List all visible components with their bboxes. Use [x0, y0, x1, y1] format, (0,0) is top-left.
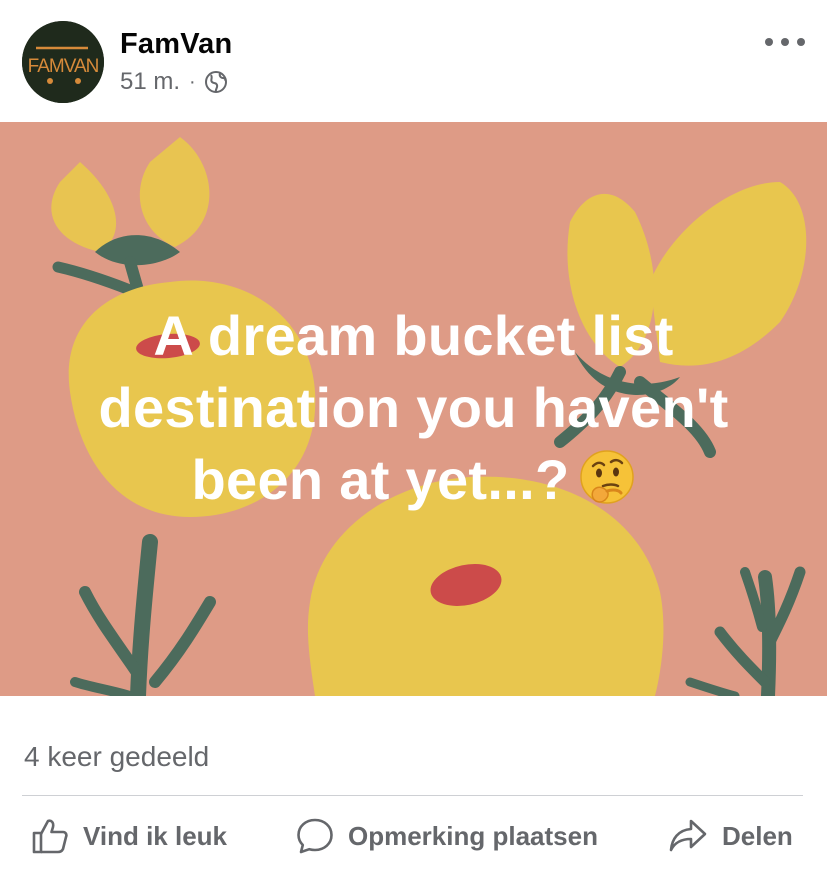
share-label: Delen: [722, 820, 793, 851]
facebook-post: FAMVAN FamVan 51 m. · A dream bucket lis…: [0, 0, 827, 872]
post-meta: 51 m. ·: [120, 68, 228, 96]
famvan-logo: FAMVAN: [22, 21, 104, 103]
globe-icon: [204, 71, 227, 93]
actions-divider: [22, 795, 803, 796]
image-text-line-3: been at yet...?: [191, 448, 570, 511]
svg-text:FAMVAN: FAMVAN: [28, 56, 99, 77]
comment-bubble-icon: [297, 818, 333, 854]
page-name[interactable]: FamVan: [120, 28, 232, 61]
comment-button[interactable]: Opmerking plaatsen: [296, 808, 598, 864]
share-button[interactable]: Delen: [668, 808, 793, 864]
image-text-line-2: destination you haven't: [98, 376, 729, 439]
like-button[interactable]: Vind ik leuk: [31, 808, 227, 864]
post-actions: Vind ik leuk Opmerking plaatsen Delen: [0, 808, 827, 864]
thumbs-up-icon: [32, 819, 68, 854]
more-options-button[interactable]: [765, 28, 805, 56]
share-arrow-icon: [669, 819, 707, 852]
post-header: FAMVAN FamVan 51 m. ·: [0, 0, 827, 122]
like-label: Vind ik leuk: [83, 820, 228, 851]
avatar[interactable]: FAMVAN: [22, 21, 104, 103]
share-count[interactable]: 4 keer gedeeld: [24, 741, 209, 773]
post-image[interactable]: A dream bucket list destination you have…: [0, 122, 827, 696]
post-time[interactable]: 51 m.: [120, 68, 180, 96]
comment-label: Opmerking plaatsen: [348, 820, 598, 851]
image-text-line-1: A dream bucket list: [153, 304, 674, 367]
post-image-text: A dream bucket list destination you have…: [0, 300, 827, 516]
thinking-face-emoji: [580, 450, 635, 504]
more-horizontal-icon: [765, 38, 773, 46]
meta-separator: ·: [189, 70, 196, 93]
